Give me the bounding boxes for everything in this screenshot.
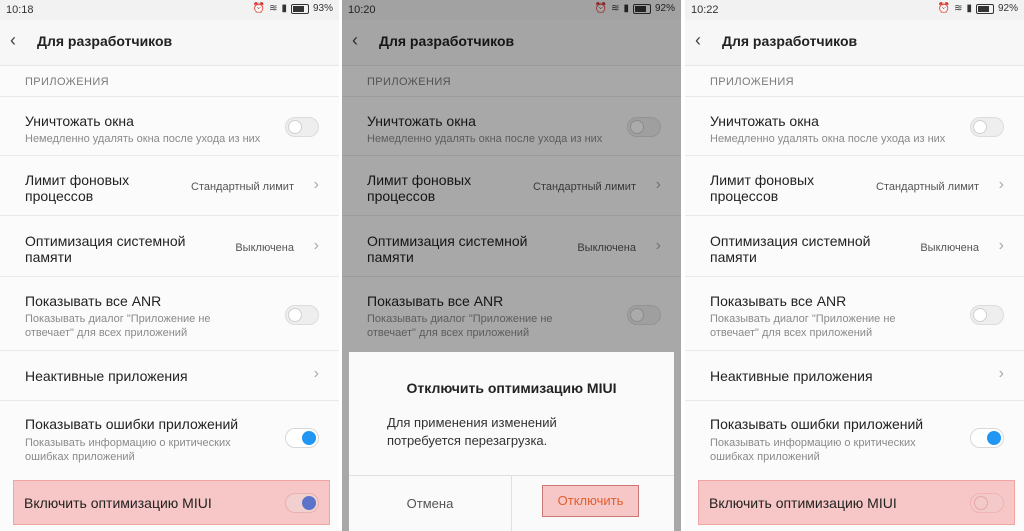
dialog-title: Отключить оптимизацию MIUI xyxy=(406,380,617,396)
setting-desc-line2: ошибках приложений xyxy=(25,451,135,463)
status-time: 10:22 xyxy=(691,4,719,16)
battery-percent: 92% xyxy=(997,3,1018,14)
setting-show-anr[interactable]: Показывать все ANR Показывать диалог "Пр… xyxy=(0,276,339,351)
screen-2: 10:20 ⏰ ≋ ▮ 92% ‹ Для разработчиков ПРИЛ… xyxy=(342,0,681,531)
setting-show-anr[interactable]: Показывать все ANR Показывать диалог "Пр… xyxy=(685,276,1024,351)
dialog-buttons: Отмена Отключить xyxy=(349,475,674,531)
setting-title: Неактивные приложения xyxy=(710,368,873,384)
setting-title: Лимит фоновых xyxy=(25,172,130,188)
setting-title-line2: памяти xyxy=(710,249,757,265)
setting-desc: Показывать информацию о критических xyxy=(710,437,916,449)
setting-desc: Показывать диалог "Приложение не xyxy=(25,313,211,325)
setting-memory-opt[interactable]: Оптимизация системной памяти Выключена › xyxy=(685,215,1024,277)
setting-title: Показывать все ANR xyxy=(25,293,162,309)
chevron-right-icon: › xyxy=(998,365,1004,382)
show-errors-toggle[interactable] xyxy=(285,428,319,448)
show-errors-toggle[interactable] xyxy=(970,428,1004,448)
setting-show-errors[interactable]: Показывать ошибки приложений Показывать … xyxy=(0,400,339,475)
section-label: ПРИЛОЖЕНИЯ xyxy=(710,76,794,88)
page-title: Для разработчиков xyxy=(37,33,173,49)
setting-desc: Немедленно удалять окна после ухода из н… xyxy=(25,133,261,145)
setting-title: Лимит фоновых xyxy=(710,172,815,188)
header: ‹ Для разработчиков xyxy=(0,20,339,66)
section-label: ПРИЛОЖЕНИЯ xyxy=(25,76,109,88)
setting-miui-optimization[interactable]: Включить оптимизацию MIUI xyxy=(698,480,1015,525)
setting-value: Выключена xyxy=(235,242,294,254)
setting-desc-line2: ошибках приложений xyxy=(710,451,820,463)
setting-show-errors[interactable]: Показывать ошибки приложений Показывать … xyxy=(685,400,1024,475)
chevron-right-icon: › xyxy=(998,237,1004,254)
destroy-windows-toggle[interactable] xyxy=(970,117,1004,137)
setting-desc-line2: отвечает" для всех приложений xyxy=(25,327,188,339)
page-title: Для разработчиков xyxy=(722,33,858,49)
setting-inactive-apps[interactable]: Неактивные приложения › xyxy=(0,350,339,401)
header: ‹ Для разработчиков xyxy=(685,20,1024,66)
chevron-right-icon: › xyxy=(313,176,319,193)
setting-desc: Немедленно удалять окна после ухода из н… xyxy=(710,133,946,145)
setting-title: Уничтожать окна xyxy=(710,113,819,129)
screen-3: 10:22 ⏰ ≋ ▮ 92% ‹ Для разработчиков ПРИЛ… xyxy=(685,0,1024,531)
dialog-message-line1: Для применения изменений xyxy=(387,415,557,430)
setting-title-line2: процессов xyxy=(25,188,94,204)
show-anr-toggle[interactable] xyxy=(285,305,319,325)
setting-value: Стандартный лимит xyxy=(191,181,294,193)
setting-bg-limit[interactable]: Лимит фоновых процессов Стандартный лими… xyxy=(685,155,1024,216)
setting-desc-line2: отвечает" для всех приложений xyxy=(710,327,873,339)
setting-desc: Показывать диалог "Приложение не xyxy=(710,313,896,325)
setting-title: Оптимизация системной xyxy=(25,233,186,249)
setting-title: Показывать все ANR xyxy=(710,293,847,309)
back-arrow-icon[interactable]: ‹ xyxy=(10,30,16,51)
dialog-message-line2: потребуется перезагрузка. xyxy=(387,433,548,448)
dialog-message: Для применения изменений потребуется пер… xyxy=(387,414,644,450)
wifi-icon: ≋ xyxy=(954,3,963,14)
cancel-button[interactable]: Отмена xyxy=(349,476,512,531)
signal-icon: ▮ xyxy=(966,3,972,14)
chevron-right-icon: › xyxy=(998,176,1004,193)
miui-optimization-toggle[interactable] xyxy=(285,493,319,513)
chevron-right-icon: › xyxy=(313,365,319,382)
setting-title: Показывать ошибки приложений xyxy=(25,416,239,432)
status-time: 10:18 xyxy=(6,4,34,16)
setting-title: Включить оптимизацию MIUI xyxy=(24,495,212,511)
setting-title: Включить оптимизацию MIUI xyxy=(709,495,897,511)
setting-destroy-windows[interactable]: Уничтожать окна Немедленно удалять окна … xyxy=(685,96,1024,156)
battery-icon xyxy=(290,3,309,14)
setting-destroy-windows[interactable]: Уничтожать окна Немедленно удалять окна … xyxy=(0,96,339,156)
battery-icon xyxy=(975,3,994,14)
setting-value: Выключена xyxy=(920,242,979,254)
setting-memory-opt[interactable]: Оптимизация системной памяти Выключена › xyxy=(0,215,339,277)
miui-optimization-toggle[interactable] xyxy=(970,493,1004,513)
setting-title: Неактивные приложения xyxy=(25,368,188,384)
setting-title: Показывать ошибки приложений xyxy=(710,416,924,432)
chevron-right-icon: › xyxy=(313,237,319,254)
status-bar: 10:22 ⏰ ≋ ▮ 92% xyxy=(685,0,1024,20)
disable-button[interactable]: Отключить xyxy=(542,485,639,517)
setting-title-line2: памяти xyxy=(25,249,72,265)
setting-value: Стандартный лимит xyxy=(876,181,979,193)
setting-inactive-apps[interactable]: Неактивные приложения › xyxy=(685,350,1024,401)
setting-title: Уничтожать окна xyxy=(25,113,134,129)
alarm-icon: ⏰ xyxy=(252,3,266,14)
setting-title: Оптимизация системной xyxy=(710,233,871,249)
back-arrow-icon[interactable]: ‹ xyxy=(695,30,701,51)
setting-bg-limit[interactable]: Лимит фоновых процессов Стандартный лими… xyxy=(0,155,339,216)
status-bar: 10:18 ⏰ ≋ ▮ 93% xyxy=(0,0,339,20)
setting-desc: Показывать информацию о критических xyxy=(25,437,231,449)
setting-title-line2: процессов xyxy=(710,188,779,204)
battery-percent: 93% xyxy=(312,3,333,14)
confirm-dialog: Отключить оптимизацию MIUI Для применени… xyxy=(349,352,674,531)
screen-1: 10:18 ⏰ ≋ ▮ 93% ‹ Для разработчиков ПРИЛ… xyxy=(0,0,339,531)
alarm-icon: ⏰ xyxy=(937,3,951,14)
destroy-windows-toggle[interactable] xyxy=(285,117,319,137)
setting-miui-optimization[interactable]: Включить оптимизацию MIUI xyxy=(13,480,330,525)
signal-icon: ▮ xyxy=(281,3,287,14)
wifi-icon: ≋ xyxy=(269,3,278,14)
show-anr-toggle[interactable] xyxy=(970,305,1004,325)
